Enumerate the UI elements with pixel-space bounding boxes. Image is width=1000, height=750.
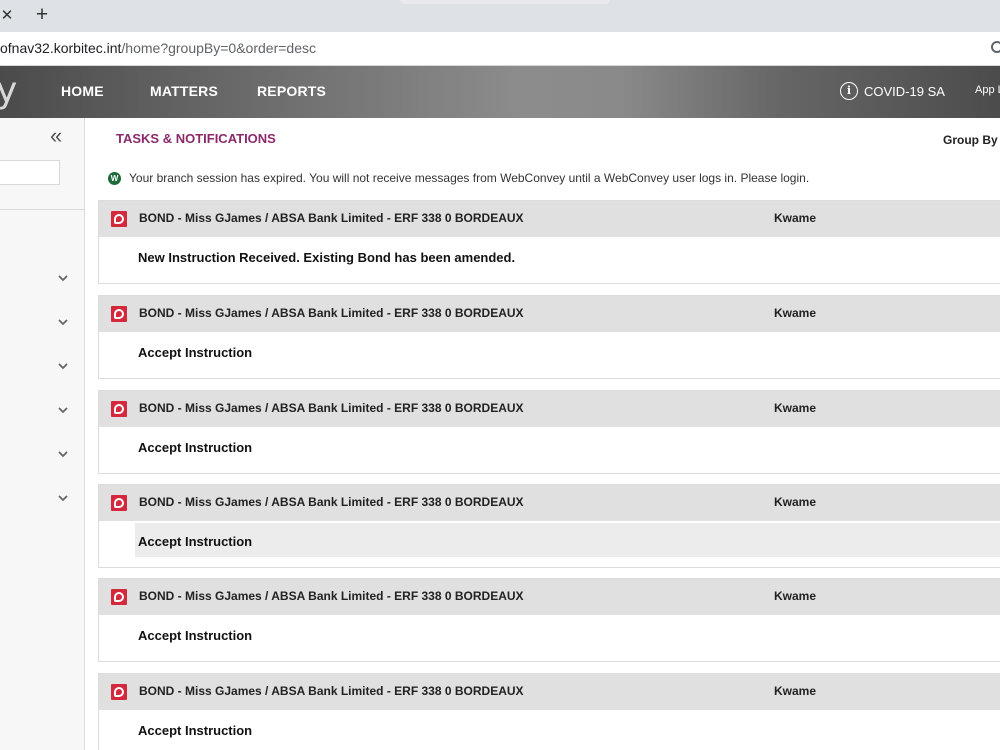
absa-icon [111, 684, 127, 700]
tab-strip-edge [400, 0, 610, 4]
nav-home[interactable]: HOME [61, 83, 104, 99]
nav-reports[interactable]: REPORTS [257, 83, 326, 99]
covid-label: COVID-19 SA [864, 83, 945, 99]
task-card-header[interactable]: BOND - Miss GJames / ABSA Bank Limited -… [99, 391, 1000, 427]
task-user: Kwame [774, 589, 817, 603]
task-card: BOND - Miss GJames / ABSA Bank Limited -… [98, 673, 1000, 750]
task-user: Kwame [774, 684, 817, 698]
task-title: BOND - Miss GJames / ABSA Bank Limited -… [139, 401, 524, 415]
task-detail: Accept Instruction [138, 440, 253, 455]
plus-icon[interactable]: + [30, 3, 54, 27]
task-card: BOND - Miss GJames / ABSA Bank Limited -… [98, 295, 1000, 379]
task-user: Kwame [774, 401, 817, 415]
key-icon[interactable] [991, 41, 1000, 53]
task-title: BOND - Miss GJames / ABSA Bank Limited -… [139, 211, 524, 225]
url-path: /home?groupBy=0&order=desc [121, 40, 316, 56]
page-title: TASKS & NOTIFICATIONS [116, 131, 276, 146]
task-detail: Accept Instruction [138, 628, 253, 643]
browser-tab-bar: ✕ + [0, 0, 1000, 32]
info-icon: i [840, 82, 858, 100]
sidebar-divider [0, 209, 84, 210]
chevron-down-icon[interactable] [58, 363, 68, 373]
task-title: BOND - Miss GJames / ABSA Bank Limited -… [139, 684, 524, 698]
task-title: BOND - Miss GJames / ABSA Bank Limited -… [139, 495, 524, 509]
group-by-dropdown[interactable]: Group By [943, 133, 998, 147]
chevron-down-icon[interactable] [58, 407, 68, 417]
task-card: BOND - Miss GJames / ABSA Bank Limited -… [98, 200, 1000, 284]
task-detail: New Instruction Received. Existing Bond … [138, 250, 516, 265]
logo[interactable]: y [0, 70, 17, 111]
task-card-header[interactable]: BOND - Miss GJames / ABSA Bank Limited -… [99, 201, 1000, 237]
app-header: y HOME MATTERS REPORTS i COVID-19 SA App… [0, 66, 1000, 118]
task-detail: Accept Instruction [138, 345, 253, 360]
double-chevron-left-icon[interactable]: « [50, 123, 62, 149]
chevron-down-icon[interactable] [58, 495, 68, 505]
task-user: Kwame [774, 495, 817, 509]
task-card-header[interactable]: BOND - Miss GJames / ABSA Bank Limited -… [99, 485, 1000, 521]
task-title: BOND - Miss GJames / ABSA Bank Limited -… [139, 589, 524, 603]
absa-icon [111, 401, 127, 417]
task-card: BOND - Miss GJames / ABSA Bank Limited -… [98, 390, 1000, 474]
session-message: W Your branch session has expired. You w… [108, 171, 809, 185]
close-icon[interactable]: ✕ [0, 5, 14, 27]
task-title: BOND - Miss GJames / ABSA Bank Limited -… [139, 306, 524, 320]
sidebar: « [0, 118, 85, 750]
task-card: BOND - Miss GJames / ABSA Bank Limited -… [98, 484, 1000, 568]
url-host: ofnav32.korbitec.int [0, 40, 122, 56]
task-detail: Accept Instruction [138, 534, 253, 549]
chevron-down-icon[interactable] [58, 451, 68, 461]
task-card-header[interactable]: BOND - Miss GJames / ABSA Bank Limited -… [99, 579, 1000, 615]
absa-icon [111, 211, 127, 227]
task-card: BOND - Miss GJames / ABSA Bank Limited -… [98, 578, 1000, 662]
task-detail: Accept Instruction [138, 723, 253, 738]
chevron-down-icon[interactable] [58, 319, 68, 329]
task-action[interactable]: Accept Instruction [135, 334, 1000, 368]
session-message-text: Your branch session has expired. You wil… [129, 171, 810, 185]
app-link[interactable]: App L [975, 84, 1000, 96]
nav-matters[interactable]: MATTERS [150, 83, 218, 99]
task-user: Kwame [774, 211, 817, 225]
task-action[interactable]: Accept Instruction [135, 712, 1000, 746]
chevron-down-icon[interactable] [58, 275, 68, 285]
task-action[interactable]: Accept Instruction [135, 429, 1000, 463]
webconvey-icon: W [108, 171, 121, 185]
absa-icon [111, 306, 127, 322]
task-card-header[interactable]: BOND - Miss GJames / ABSA Bank Limited -… [99, 674, 1000, 710]
absa-icon [111, 589, 127, 605]
covid-link[interactable]: i COVID-19 SA [840, 82, 945, 100]
sidebar-search-input[interactable] [0, 160, 60, 185]
absa-icon [111, 495, 127, 511]
task-user: Kwame [774, 306, 817, 320]
task-action[interactable]: New Instruction Received. Existing Bond … [135, 239, 1000, 273]
task-action[interactable]: Accept Instruction [135, 523, 1000, 557]
task-card-header[interactable]: BOND - Miss GJames / ABSA Bank Limited -… [99, 296, 1000, 332]
url-text[interactable]: ofnav32.korbitec.int/home?groupBy=0&orde… [0, 40, 316, 56]
address-bar[interactable]: ofnav32.korbitec.int/home?groupBy=0&orde… [0, 32, 1000, 66]
task-action[interactable]: Accept Instruction [135, 617, 1000, 651]
